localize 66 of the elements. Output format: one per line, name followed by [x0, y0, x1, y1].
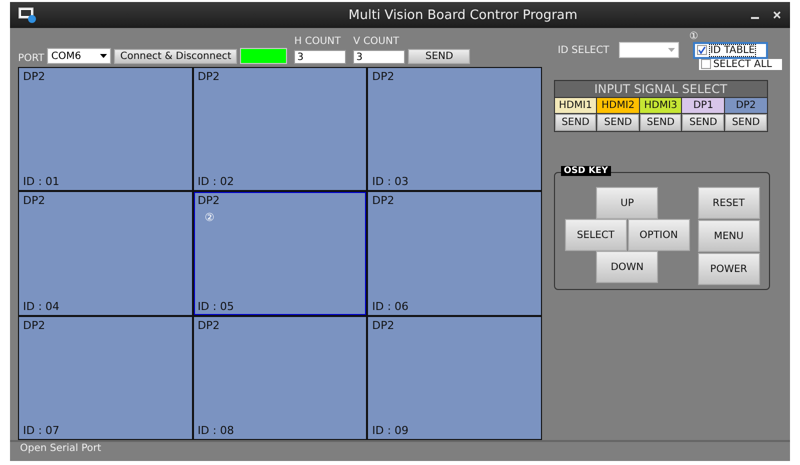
source-label: HDMI1 [554, 98, 596, 114]
display-cell[interactable]: DP2 ID : 04 [19, 192, 192, 315]
display-cell[interactable]: DP2 ID : 06 [368, 192, 541, 315]
cell-id: ID : 06 [372, 300, 410, 313]
menu-button[interactable]: MENU [698, 220, 760, 252]
source-label: DP2 [372, 318, 396, 332]
h-count-field[interactable]: 3 [294, 50, 346, 64]
display-cell[interactable]: DP2 ID : 09 [368, 316, 541, 439]
source-label: DP2 [23, 318, 46, 332]
caret-icon [668, 48, 676, 52]
send-button[interactable]: SEND [408, 49, 470, 64]
send-button[interactable]: SEND [640, 114, 682, 131]
cell-id: ID : 07 [23, 424, 60, 437]
option-button[interactable]: OPTION [628, 219, 690, 251]
source-label: DP1 [682, 98, 724, 114]
port-dropdown[interactable]: COM6 [47, 48, 112, 64]
display-cell[interactable]: DP2 ID : 01 [19, 68, 192, 190]
cell-id: ID : 01 [23, 175, 60, 188]
id-table-checkbox[interactable]: ID TABLE [695, 44, 766, 56]
panel-title: OSD KEY [560, 166, 612, 176]
connect-button[interactable]: Connect & Disconnect [114, 49, 238, 64]
cell-id: ID : 08 [198, 424, 235, 437]
monitor-icon [18, 7, 36, 23]
source-label: DP2 [198, 194, 221, 208]
up-button[interactable]: UP [596, 187, 658, 219]
source-label: DP2 [198, 318, 221, 332]
display-cell[interactable]: DP2 ID : 03 [368, 68, 541, 190]
select-button[interactable]: SELECT [564, 219, 627, 251]
reset-button[interactable]: RESET [698, 187, 760, 219]
cell-id: ID : 02 [198, 175, 235, 188]
display-cell[interactable]: DP2 ID : 08 [194, 316, 366, 439]
checkmark-icon [698, 46, 706, 54]
cell-id: ID : 09 [372, 424, 410, 437]
source-label: DP2 [725, 98, 767, 114]
down-button[interactable]: DOWN [596, 251, 658, 283]
select-all-checkbox[interactable]: SELECT ALL [699, 58, 782, 70]
h-count-label: H COUNT [294, 36, 342, 47]
display-cell[interactable]: DP2 ID : 02 [194, 68, 366, 190]
send-button[interactable]: SEND [682, 114, 724, 131]
id-select-label: ID SELECT [558, 44, 610, 56]
window-title: Multi Vision Board Contror Program [348, 8, 578, 22]
source-label: DP2 [23, 194, 46, 208]
source-label: DP2 [372, 70, 396, 83]
v-count-field[interactable]: 3 [353, 50, 406, 64]
source-label: DP2 [198, 70, 221, 83]
cell-id: ID : 03 [372, 175, 410, 188]
status-text: Open Serial Port [20, 443, 102, 454]
send-button[interactable]: SEND [597, 114, 639, 131]
send-button[interactable]: SEND [725, 114, 767, 131]
source-label: HDMI2 [597, 98, 639, 114]
source-label: DP2 [372, 194, 396, 208]
source-label: HDMI3 [640, 98, 682, 114]
cell-id: ID : 04 [23, 300, 60, 313]
display-cell[interactable]: DP2 ID : 07 [19, 316, 192, 439]
callout-marker: ② [204, 211, 214, 224]
close-icon[interactable] [772, 10, 782, 20]
v-count-label: V COUNT [353, 36, 400, 47]
panel-title: INPUT SIGNAL SELECT [554, 81, 767, 98]
power-button[interactable]: POWER [698, 253, 760, 285]
cell-id: ID : 05 [198, 300, 235, 313]
display-cell[interactable]: DP2 ② ID : 05 [194, 192, 366, 315]
callout-marker: ① [689, 30, 698, 42]
source-label: DP2 [23, 70, 46, 83]
send-button[interactable]: SEND [554, 114, 596, 131]
port-label: PORT [18, 53, 44, 64]
caret-icon [100, 54, 108, 58]
